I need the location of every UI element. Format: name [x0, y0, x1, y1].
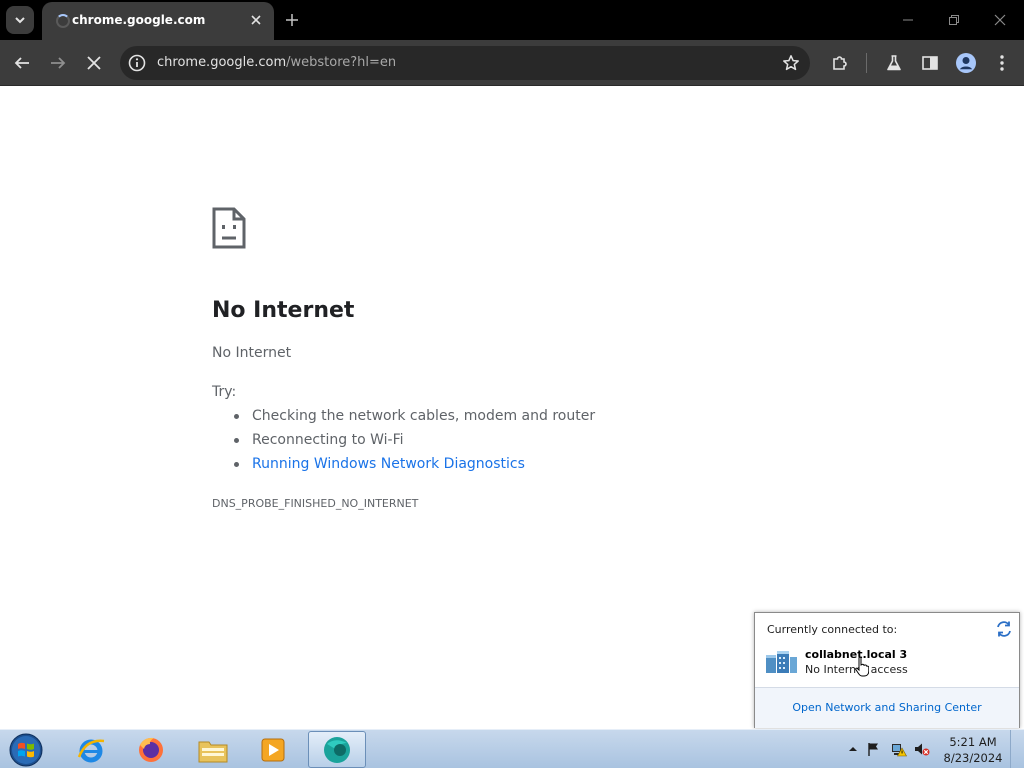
taskbar-media-player[interactable]: [244, 731, 302, 768]
tab-close-button[interactable]: [248, 12, 264, 28]
minimize-button[interactable]: [898, 10, 918, 30]
new-tab-button[interactable]: [282, 10, 302, 30]
arrow-right-icon: [51, 57, 66, 69]
try-label: Try:: [212, 384, 237, 400]
media-player-icon: [261, 738, 285, 761]
firefox-icon: [139, 737, 163, 762]
active-tab[interactable]: chrome.google.com: [42, 2, 274, 40]
error-code: DNS_PROBE_FINISHED_NO_INTERNET: [212, 497, 419, 510]
taskbar-windows-explorer[interactable]: [184, 731, 242, 768]
extensions-button[interactable]: [828, 51, 852, 75]
error-subtitle: No Internet: [212, 345, 292, 361]
close-icon: [251, 15, 261, 25]
tab-search-button[interactable]: [6, 6, 34, 34]
suggestion-item: Reconnecting to Wi-Fi: [232, 431, 595, 455]
browser-toolbar: chrome.google.com/webstore?hl=en: [0, 40, 1024, 86]
taskbar-internet-explorer[interactable]: [62, 731, 120, 768]
show-hidden-icons-icon[interactable]: [845, 741, 861, 757]
chrome-app-icon: [324, 736, 350, 763]
restore-button[interactable]: [944, 10, 964, 30]
back-button[interactable]: [10, 51, 34, 75]
restore-icon: [949, 15, 959, 25]
info-icon[interactable]: [127, 53, 147, 73]
action-center-flag-icon[interactable]: [866, 741, 882, 757]
kebab-menu-icon: [1000, 55, 1004, 71]
profile-icon: [956, 53, 976, 73]
mouse-cursor-icon: [855, 657, 869, 677]
stop-loading-button[interactable]: [82, 51, 106, 75]
arrow-left-icon: [14, 57, 29, 69]
url-text[interactable]: chrome.google.com/webstore?hl=en: [157, 55, 396, 70]
suggestions-list: Checking the network cables, modem and r…: [232, 407, 595, 479]
open-network-center-link[interactable]: Open Network and Sharing Center: [755, 701, 1019, 714]
labs-button[interactable]: [882, 51, 906, 75]
clock-date: 8/23/2024: [943, 751, 1003, 765]
forward-button[interactable]: [46, 51, 70, 75]
star-icon[interactable]: [782, 54, 800, 72]
sad-document-icon: [212, 207, 246, 249]
url-path: /webstore?hl=en: [286, 55, 397, 70]
profile-button[interactable]: [954, 51, 978, 75]
chevron-down-icon: [15, 17, 25, 24]
tab-strip: chrome.google.com: [0, 0, 1024, 40]
puzzle-icon: [833, 56, 847, 70]
flask-icon: [887, 55, 901, 71]
network-diagnostics-link[interactable]: Running Windows Network Diagnostics: [232, 455, 595, 479]
address-bar[interactable]: chrome.google.com/webstore?hl=en: [120, 46, 810, 80]
error-heading: No Internet: [212, 298, 355, 323]
network-warning-icon[interactable]: [891, 741, 907, 757]
windows-start-icon[interactable]: [6, 732, 46, 768]
volume-muted-icon[interactable]: [914, 741, 930, 757]
toolbar-divider: [866, 53, 867, 73]
flyout-title: Currently connected to:: [767, 623, 898, 636]
taskbar-firefox[interactable]: [122, 731, 180, 768]
flyout-footer: Open Network and Sharing Center: [755, 687, 1019, 728]
desktop-screen: chrome.google.com chrome.google.com/webs…: [0, 0, 1024, 768]
close-window-button[interactable]: [990, 10, 1010, 30]
taskbar-chrome[interactable]: [308, 731, 366, 768]
show-desktop-button[interactable]: [1010, 730, 1024, 768]
plus-icon: [286, 14, 298, 26]
suggestion-item: Checking the network cables, modem and r…: [232, 407, 595, 431]
internet-explorer-icon: [77, 739, 105, 762]
clock-time: 5:21 AM: [949, 735, 997, 749]
windows-taskbar: 5:21 AM 8/23/2024: [0, 729, 1024, 768]
tab-title: chrome.google.com: [72, 13, 206, 27]
minimize-icon: [903, 19, 913, 21]
side-panel-icon: [922, 56, 938, 70]
folder-icon: [198, 741, 228, 762]
url-host: chrome.google.com: [157, 55, 287, 70]
loading-spinner-icon: [56, 14, 70, 28]
taskbar-clock[interactable]: 5:21 AM 8/23/2024: [935, 734, 1011, 766]
network-building-icon: [766, 651, 797, 673]
close-icon: [87, 56, 101, 70]
side-panel-button[interactable]: [918, 51, 942, 75]
chrome-menu-button[interactable]: [990, 51, 1014, 75]
refresh-icon[interactable]: [995, 620, 1013, 638]
close-icon: [994, 14, 1006, 26]
network-flyout: Currently connected to: collabnet.local …: [754, 612, 1020, 728]
